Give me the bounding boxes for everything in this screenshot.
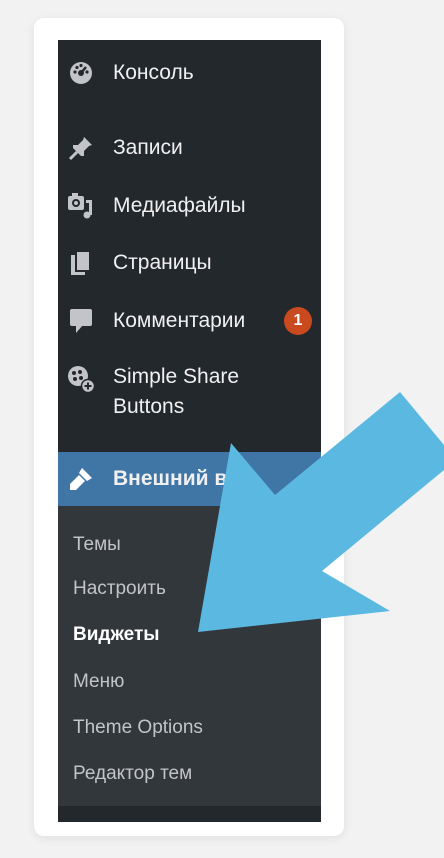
menu-item-label-line2: Buttons (113, 395, 185, 418)
appearance-submenu: Темы Настроить Виджеты Меню Theme Option… (58, 506, 321, 806)
media-icon (66, 191, 96, 221)
menu-item-dashboard[interactable]: Консоль (58, 58, 321, 88)
menu-item-comments[interactable]: Комментарии 1 (58, 306, 321, 336)
menu-item-simple-share-buttons[interactable]: Simple Share Buttons (58, 362, 321, 422)
admin-sidebar: Консоль Записи Медиафайлы Страницы Комме… (58, 40, 321, 822)
menu-item-pages[interactable]: Страницы (58, 248, 321, 278)
menu-item-label: Записи (113, 136, 183, 159)
pages-icon (66, 248, 96, 278)
menu-item-label: Комментарии (113, 309, 246, 332)
share-buttons-icon (66, 364, 96, 394)
menu-item-posts[interactable]: Записи (58, 133, 321, 163)
comment-count-badge: 1 (284, 307, 312, 335)
comment-icon (66, 306, 96, 336)
pin-icon (66, 133, 96, 163)
menu-item-label: Страницы (113, 251, 212, 274)
menu-item-label: Консоль (113, 61, 194, 84)
menu-item-media[interactable]: Медиафайлы (58, 191, 321, 221)
menu-item-label: Медиафайлы (113, 194, 246, 217)
menu-item-appearance[interactable]: Внешний вид (58, 452, 321, 506)
submenu-item-theme-editor[interactable]: Редактор тем (73, 763, 192, 785)
submenu-item-widgets[interactable]: Виджеты (73, 624, 160, 646)
submenu-item-themes[interactable]: Темы (73, 534, 121, 556)
submenu-item-theme-options[interactable]: Theme Options (73, 717, 203, 739)
submenu-item-customize[interactable]: Настроить (73, 578, 166, 600)
submenu-item-menus[interactable]: Меню (73, 671, 124, 693)
menu-item-label: Simple Share Buttons (113, 362, 239, 422)
appearance-brush-icon (66, 464, 96, 494)
menu-item-label-line1: Simple Share (113, 365, 240, 388)
menu-item-label: Внешний вид (113, 467, 254, 490)
dashboard-icon (66, 58, 96, 88)
